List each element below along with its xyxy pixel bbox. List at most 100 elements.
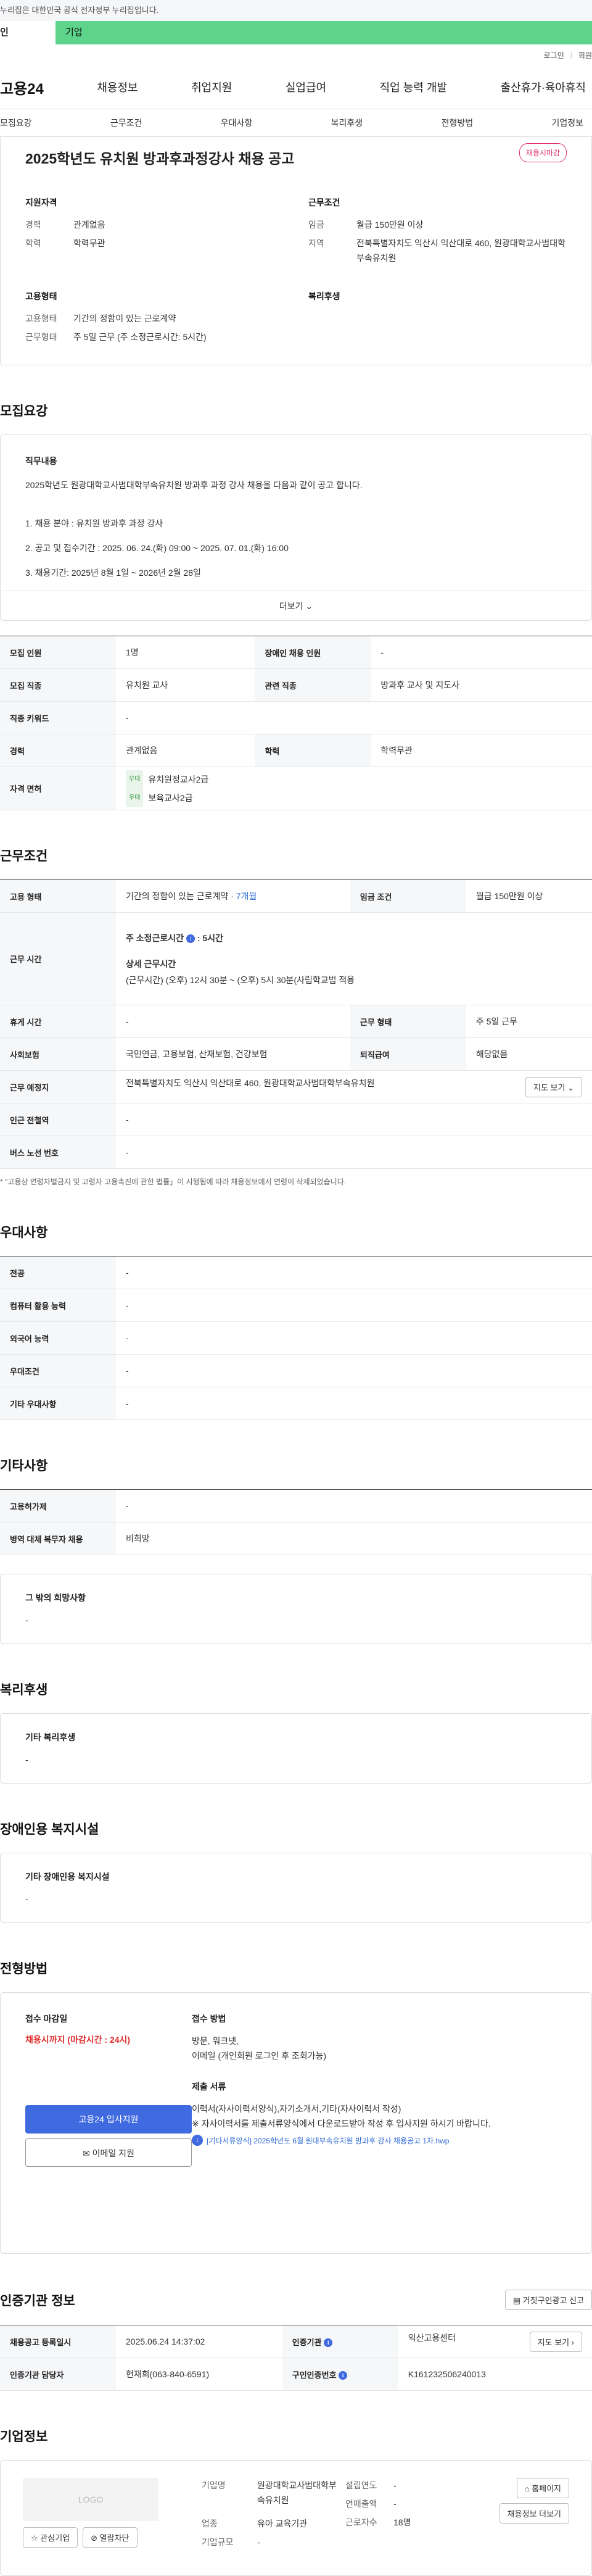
etc-table: 고용허가제 - 병역 대체 복무자 채용 비희망: [0, 1489, 592, 1555]
table-header: 학력: [255, 734, 371, 767]
map-view-button[interactable]: 지도 보기 ⌄: [525, 1076, 582, 1097]
apply-button[interactable]: 고용24 입사지원: [25, 2105, 192, 2134]
more-label: 더보기: [279, 601, 303, 611]
join-link[interactable]: 회원: [578, 50, 592, 60]
table-header: 인증기관 담당자: [0, 2358, 116, 2391]
employment-title: 고용형태: [25, 291, 57, 301]
kv-label: 고용형태: [25, 314, 57, 323]
other-wishes-value: -: [25, 1615, 28, 1625]
info-icon[interactable]: i: [186, 934, 195, 943]
other-wishes-box: 그 밖의 희망사항 -: [0, 1574, 592, 1644]
mail-icon: ✉: [83, 2148, 90, 2158]
license-cell: 우대 유치원정교사2급 우대 보육교사2급: [116, 767, 592, 810]
tab-recruit[interactable]: 모집요강: [0, 117, 32, 129]
table-header: 휴게 시간: [0, 1005, 116, 1038]
tab-selection[interactable]: 전형방법: [442, 117, 474, 129]
more-button[interactable]: 더보기 ⌄: [1, 591, 591, 620]
table-header: 근무 형태: [350, 1005, 466, 1038]
tab-work-conditions[interactable]: 근무조건: [110, 117, 142, 129]
table-row: 채용공고 등록일시 2025.06.24 14:37:02 인증기관 i 익산고…: [0, 2325, 592, 2358]
nav-item-jobs[interactable]: 채용정보: [97, 79, 138, 95]
disability-box: 기타 장애인용 복지시설 -: [0, 1853, 592, 1923]
tab-individual[interactable]: 인: [0, 21, 56, 44]
favorite-company-button[interactable]: ☆ 관심기업: [23, 2527, 78, 2548]
section-title-disability: 장애인용 복지시설: [0, 1822, 99, 1837]
table-row: 버스 노선 번호 -: [0, 1136, 592, 1169]
age-notice: * "고용상 연령차별금지 및 고령자 고용촉진에 관한 법률」이 시행됨에 따…: [0, 1178, 347, 1186]
login-link[interactable]: 로그인: [544, 50, 564, 60]
info-icon[interactable]: i: [324, 2338, 333, 2348]
info-icon[interactable]: i: [339, 2371, 348, 2380]
email-apply-button[interactable]: ✉ 이메일 지원: [25, 2138, 192, 2167]
tab-company[interactable]: 기업: [56, 21, 592, 44]
section-title-apply: 전형방법: [0, 1962, 48, 1976]
agency-label: 인증기관: [292, 2337, 322, 2347]
chevron-down-icon: ⌄: [567, 1082, 574, 1092]
tab-company-info[interactable]: 기업정보: [551, 117, 583, 129]
section-title-cert: 인증기관 정보: [0, 2293, 75, 2308]
tab-preferences[interactable]: 우대사항: [221, 117, 253, 129]
cert-table: 채용공고 등록일시 2025.06.24 14:37:02 인증기관 i 익산고…: [0, 2325, 592, 2391]
nav-item-skill-development[interactable]: 직업 능력 개발: [380, 79, 447, 95]
docs-value: 이력서(자사이력서양식),자기소개서,기타(자사이력서 작성): [192, 2104, 401, 2114]
report-fake-ad-button[interactable]: ▤ 거짓구인광고 신고: [504, 2290, 592, 2310]
job-desc-line: 2025학년도 원광대학교사범대학부속유치원 방과후 과정 강사 채용을 다음과…: [25, 480, 363, 490]
table-row: 근무 시간 주 소정근로시간 i : 5시간 상세 근무시간 (근무시간) (오…: [0, 912, 592, 1005]
kv-value: 학력무관: [73, 238, 105, 248]
table-cell: K161232506240013: [398, 2358, 592, 2391]
table-cell: -: [116, 1387, 592, 1420]
table-header: 모집 인원: [0, 636, 116, 669]
kv-label: 지역: [308, 238, 324, 248]
job-desc-line: 2. 공고 및 접수기간 : 2025. 06. 24.(화) 09:00 ~ …: [25, 543, 289, 553]
agency-map-button[interactable]: 지도 보기 ›: [529, 2331, 582, 2352]
table-row: 모집 인원 1명 장애인 채용 인원 -: [0, 636, 592, 669]
table-cell: 월급 150만원 이상: [466, 879, 592, 913]
table-header: 컴퓨터 활용 능력: [0, 1289, 116, 1322]
table-row: 전공 -: [0, 1256, 592, 1289]
table-cell: 비희망: [116, 1522, 592, 1555]
deadline-value: 채용시까지 (마감시간 : 24시): [25, 2035, 131, 2045]
nav-item-unemployment-benefit[interactable]: 실업급여: [286, 79, 326, 95]
attachment-link[interactable]: ↓ [기타서류양식] 2025학년도 6월 원대부속유치원 방과후 강사 채용공고…: [192, 2135, 567, 2146]
table-header: 근무 시간: [0, 912, 116, 1005]
table-row: 인근 전철역 -: [0, 1103, 592, 1136]
kv-label: 업종: [202, 2519, 218, 2528]
homepage-button[interactable]: ⌂ 홈페이지: [516, 2478, 569, 2498]
other-wishes-title: 그 밖의 희망사항: [25, 1593, 86, 1603]
table-cell: 기간의 정함이 있는 근로계약 · 7개월: [116, 879, 350, 913]
table-cell: -: [116, 1005, 350, 1038]
kv-label: 근로자수: [345, 2517, 377, 2527]
table-cell: -: [116, 1136, 592, 1169]
email-btn-label: 이메일 지원: [92, 2148, 134, 2158]
table-row: 우대조건 -: [0, 1354, 592, 1387]
kv-label: 기업규모: [202, 2537, 234, 2547]
company-box: LOGO ☆ 관심기업 ⊘ 열람차단 기업명 원광대학교사범대학부속유치원 업종 유…: [0, 2460, 592, 2576]
table-header: 직종 키워드: [0, 701, 116, 734]
company-logo: LOGO: [23, 2478, 158, 2521]
license-name: 보육교사2급: [148, 792, 193, 803]
kv-value: 주 5일 근무 (주 소정근로시간: 5시간): [73, 332, 207, 342]
agency-value: 익산고용센터: [408, 2332, 456, 2343]
table-cell: -: [116, 1256, 592, 1289]
table-header: 고용 형태: [0, 879, 116, 913]
nav-item-employment-support[interactable]: 취업지원: [191, 79, 232, 95]
nav-item-parental-leave[interactable]: 출산휴가·육아휴직: [500, 79, 585, 95]
table-row: 기타 우대사항 -: [0, 1387, 592, 1420]
block-view-button[interactable]: ⊘ 열람차단: [83, 2527, 138, 2548]
emp-months: 7개월: [236, 891, 257, 901]
site-logo[interactable]: 고용24: [0, 77, 44, 98]
more-jobs-button[interactable]: 채용정보 더보기: [499, 2503, 569, 2524]
gov-notice-bar: 누리집은 대한민국 공식 전자정부 누리집입니다.: [0, 0, 592, 21]
job-desc-line: 1. 채용 분야 : 유치원 방과후 과정 강사: [25, 518, 163, 528]
section-title-welfare: 복리후생: [0, 1683, 48, 1697]
table-row: 고용 형태 기간의 정함이 있는 근로계약 · 7개월 임금 조건 월급 150…: [0, 879, 592, 913]
table-cell: -: [116, 1103, 592, 1136]
preferred-tag: 우대: [126, 788, 144, 807]
company-founded: -: [393, 2480, 397, 2490]
tab-welfare[interactable]: 복리후생: [331, 117, 363, 129]
company-size: -: [257, 2537, 260, 2547]
company-industry: 유아 교육기관: [257, 2519, 308, 2528]
docs-note: ※ 자사이력서를 제출서류양식에서 다운로드받아 작성 후 입사지원 하시기 바…: [192, 2119, 491, 2129]
table-cell: 유치원 교사: [116, 668, 255, 702]
table-cell: 현재희(063-840-6591): [116, 2358, 282, 2391]
